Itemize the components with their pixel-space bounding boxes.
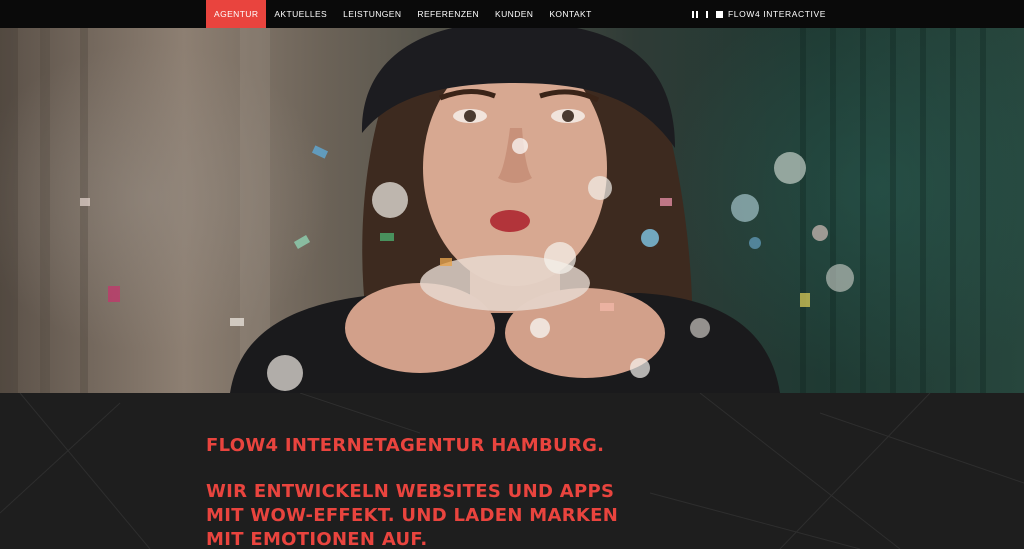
right-pupil xyxy=(562,110,574,122)
nav-item-agentur[interactable]: AGENTUR xyxy=(206,0,267,28)
left-pupil xyxy=(464,110,476,122)
main-nav: AGENTUR AKTUELLES LEISTUNGEN REFERENZEN … xyxy=(206,0,600,28)
brand-name[interactable]: FLOW4 INTERACTIVE xyxy=(728,9,826,19)
background-building xyxy=(0,28,270,393)
bar-icon xyxy=(706,10,708,18)
hero-image xyxy=(0,28,1024,393)
pause-icon[interactable] xyxy=(692,10,698,18)
nav-item-kontakt[interactable]: KONTAKT xyxy=(541,0,599,28)
lips xyxy=(490,210,530,232)
background-fence xyxy=(800,28,986,393)
nav-item-aktuelles[interactable]: AKTUELLES xyxy=(266,0,335,28)
headline: FLOW4 INTERNETAGENTUR HAMBURG. xyxy=(206,435,605,456)
top-navigation-bar: AGENTUR AKTUELLES LEISTUNGEN REFERENZEN … xyxy=(0,0,1024,28)
nav-item-leistungen[interactable]: LEISTUNGEN xyxy=(335,0,409,28)
nav-item-kunden[interactable]: KUNDEN xyxy=(487,0,541,28)
brand-area: FLOW4 INTERACTIVE xyxy=(692,0,826,28)
intro-section: FLOW4 INTERNETAGENTUR HAMBURG. WIR ENTWI… xyxy=(0,393,1024,549)
woman-blowing-confetti-illustration xyxy=(0,28,986,393)
subline: WIR ENTWICKELN WEBSITES UND APPS MIT WOW… xyxy=(206,481,619,549)
square-icon xyxy=(716,10,723,18)
nav-item-referenzen[interactable]: REFERENZEN xyxy=(409,0,487,28)
